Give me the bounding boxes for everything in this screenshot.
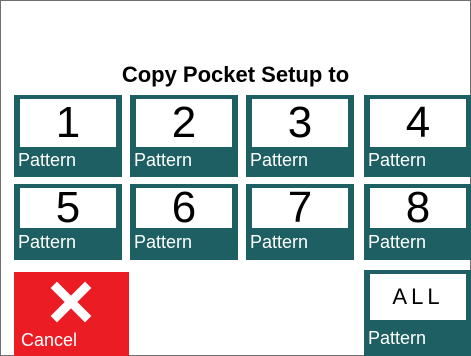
pocket-8-button[interactable]: 8 Pattern — [364, 184, 471, 260]
pocket-4-button[interactable]: 4 Pattern — [364, 95, 471, 177]
dialog-title: Copy Pocket Setup to — [121, 62, 350, 87]
pocket-number: 6 — [136, 186, 232, 230]
pocket-3-button[interactable]: 3 Pattern — [246, 95, 354, 177]
all-label: Pattern — [368, 328, 427, 348]
pocket-5-button[interactable]: 5 Pattern — [14, 184, 122, 260]
pocket-number: 8 — [370, 186, 466, 230]
pocket-label: Pattern — [368, 232, 427, 252]
pocket-number: 2 — [136, 99, 232, 147]
pocket-7-button[interactable]: 7 Pattern — [246, 184, 354, 260]
pocket-number: 1 — [20, 99, 116, 147]
pocket-label: Pattern — [250, 150, 309, 170]
pocket-2-button[interactable]: 2 Pattern — [130, 95, 238, 177]
pocket-number: 7 — [252, 186, 348, 230]
pocket-number: 5 — [20, 186, 116, 230]
pocket-label: Pattern — [18, 150, 77, 170]
cancel-button[interactable]: Cancel — [14, 272, 129, 356]
pocket-label: Pattern — [250, 232, 309, 252]
close-icon — [50, 281, 92, 323]
pocket-6-button[interactable]: 6 Pattern — [130, 184, 238, 260]
all-pockets-button[interactable]: ALL Pattern — [364, 270, 471, 356]
all-text: ALL — [370, 274, 466, 320]
pocket-label: Pattern — [134, 232, 193, 252]
pocket-label: Pattern — [134, 150, 193, 170]
pocket-number: 3 — [252, 99, 348, 147]
pocket-label: Pattern — [18, 232, 77, 252]
pocket-number: 4 — [370, 99, 466, 147]
cancel-label: Cancel — [21, 330, 78, 350]
pocket-1-button[interactable]: 1 Pattern — [14, 95, 122, 177]
pocket-label: Pattern — [368, 150, 427, 170]
